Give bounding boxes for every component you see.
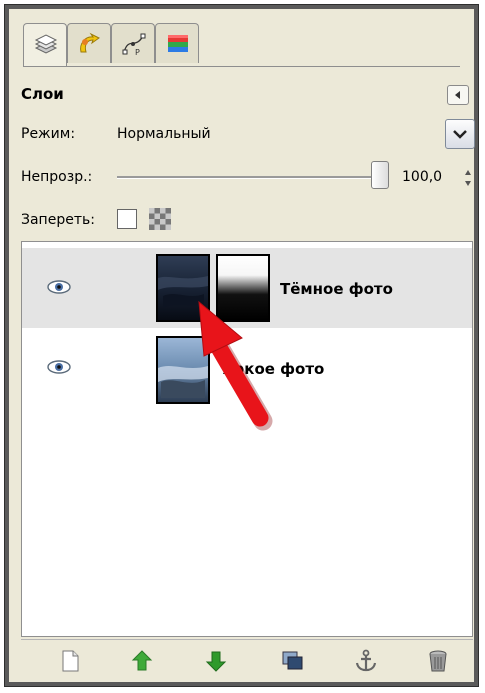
mode-select-value[interactable]: Нормальный: [117, 126, 211, 142]
layers-dock-window: P Слои Режим: Нормальный Непрозр.: 100,0…: [4, 4, 479, 687]
layers-dock-frame: P Слои Режим: Нормальный Непрозр.: 100,0…: [9, 9, 475, 682]
new-layer-icon[interactable]: [57, 648, 83, 674]
annotation-arrow-icon: [198, 300, 273, 431]
lock-alpha-checkbox[interactable]: [117, 209, 137, 229]
opacity-slider-thumb[interactable]: [371, 161, 389, 189]
layers-list: Тёмное фото Яркое фото: [21, 241, 473, 637]
opacity-label: Непрозр.:: [21, 169, 93, 185]
tab-paths[interactable]: P: [111, 23, 155, 63]
svg-text:P: P: [135, 48, 140, 56]
tab-channels[interactable]: [67, 23, 111, 63]
panel-title: Слои: [21, 85, 64, 103]
layers-icon: [34, 34, 58, 54]
mode-dropdown-button[interactable]: [445, 119, 475, 149]
layers-toolbar: [21, 639, 473, 680]
opacity-value[interactable]: 100,0: [402, 169, 442, 185]
duplicate-layer-icon[interactable]: [279, 648, 305, 674]
lower-layer-icon[interactable]: [203, 648, 229, 674]
panel-menu-button[interactable]: [447, 85, 469, 105]
alpha-lock-icon: [149, 208, 171, 230]
anchor-layer-icon[interactable]: [353, 648, 379, 674]
tab-colormap[interactable]: [155, 23, 199, 63]
opacity-spinner-icon[interactable]: [463, 167, 473, 189]
triangle-left-icon: [455, 91, 460, 99]
tab-layers[interactable]: [23, 23, 67, 67]
delete-layer-icon[interactable]: [425, 648, 451, 674]
chevron-down-icon: [453, 130, 467, 139]
colormap-icon: [168, 35, 188, 52]
paths-icon: P: [122, 33, 146, 56]
opacity-slider-track[interactable]: [117, 176, 379, 179]
lock-label: Запереть:: [21, 212, 95, 228]
channels-icon: [80, 32, 100, 53]
raise-layer-icon[interactable]: [129, 648, 155, 674]
tab-strip-divider: [23, 66, 460, 67]
mode-label: Режим:: [21, 126, 76, 142]
